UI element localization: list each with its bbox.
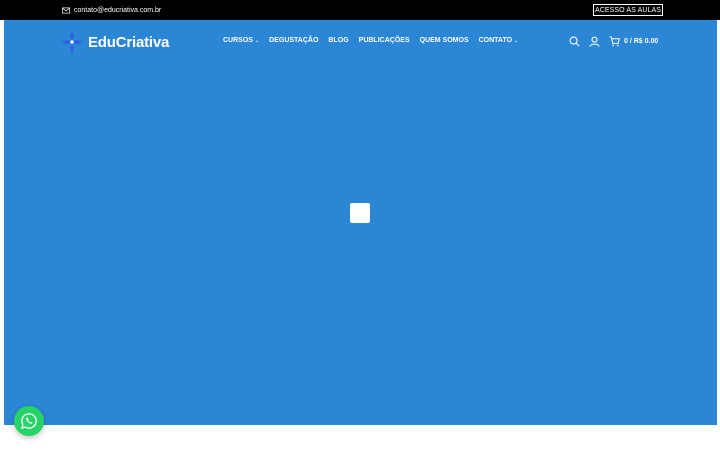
cart-total: 0 / R$ 0.00 [624,38,659,45]
main-navigation: CURSOS ⌄ DEGUSTAÇÃO BLOG PUBLICAÇÕES QUE… [223,37,518,44]
header-tools: 0 / R$ 0.00 [569,36,658,47]
user-icon[interactable] [589,36,600,47]
nav-item-label: PUBLICAÇÕES [358,37,410,44]
chevron-down-icon: ⌄ [254,37,260,44]
nav-item-label: QUEM SOMOS [419,37,469,44]
hero-section: EduCriativa CURSOS ⌄ DEGUSTAÇÃO BLOG PUB… [4,20,717,425]
whatsapp-icon [21,413,37,429]
site-logo[interactable]: EduCriativa [60,29,169,55]
search-icon[interactable] [569,36,580,47]
loading-indicator [350,203,370,223]
cart-icon [609,36,620,47]
nav-item-label: BLOG [328,37,349,44]
envelope-icon [62,7,70,13]
nav-item-label: DEGUSTAÇÃO [269,37,319,44]
access-classes-button[interactable]: ACESSO AS AULAS [593,4,663,16]
chevron-down-icon: ⌄ [514,37,519,44]
sparkle-cross-icon [61,30,83,54]
nav-item-publicacoes[interactable]: PUBLICAÇÕES [359,37,410,44]
whatsapp-chat-button[interactable] [14,406,44,436]
logo-text: EduCriativa [88,33,170,51]
nav-item-label: CURSOS [223,37,253,44]
contact-email-link[interactable]: contato@educriativa.com.br [62,4,161,16]
nav-item-contato[interactable]: CONTATO ⌄ [479,37,519,44]
contact-email-text: contato@educriativa.com.br [74,6,162,14]
nav-item-quem-somos[interactable]: QUEM SOMOS [420,37,469,44]
cart-button[interactable]: 0 / R$ 0.00 [609,36,658,47]
nav-item-blog[interactable]: BLOG [328,37,348,44]
site-header: EduCriativa CURSOS ⌄ DEGUSTAÇÃO BLOG PUB… [4,20,717,65]
nav-item-degustacao[interactable]: DEGUSTAÇÃO [269,37,318,44]
nav-item-label: CONTATO [478,37,513,44]
nav-item-cursos[interactable]: CURSOS ⌄ [223,37,259,44]
top-bar: contato@educriativa.com.br ACESSO AS AUL… [0,0,720,20]
